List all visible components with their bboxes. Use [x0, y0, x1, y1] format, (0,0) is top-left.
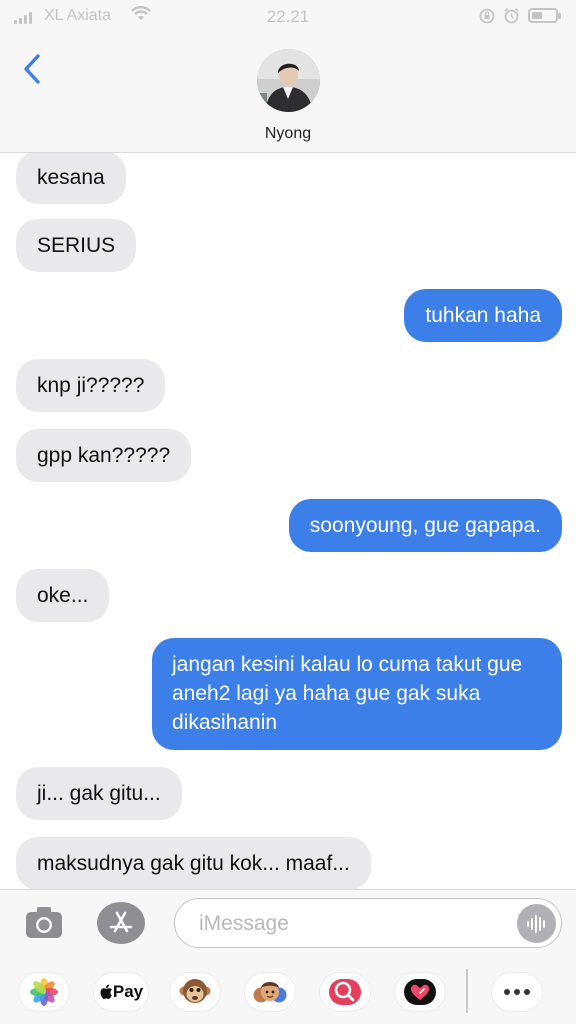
more-apps-button[interactable] — [492, 973, 542, 1011]
message-bubble-received[interactable]: SERIUS — [9, 219, 137, 272]
apple-logo-icon — [100, 984, 112, 999]
contact-name[interactable]: Nyong — [0, 125, 576, 143]
digital-touch-heart-icon — [404, 979, 436, 1005]
message-input-placeholder: iMessage — [199, 912, 289, 935]
audio-waveform-icon — [526, 914, 545, 933]
monkey-memoji-icon — [179, 979, 211, 1003]
battery-icon — [528, 8, 561, 23]
message-bubble-sent[interactable]: jangan kesini kalau lo cuma takut gue an… — [152, 638, 568, 750]
memoji-stickers-icon — [253, 982, 287, 1003]
apple-pay-label: Pay — [112, 982, 144, 1001]
avatar[interactable] — [257, 49, 320, 112]
message-bubble-received[interactable]: gpp kan????? — [9, 429, 192, 482]
app-store-icon — [109, 911, 133, 933]
app-store-button[interactable] — [97, 902, 145, 944]
contact-photo — [257, 49, 320, 112]
photos-icon — [30, 978, 58, 1006]
back-button[interactable] — [18, 52, 46, 86]
image-search-button[interactable] — [320, 973, 370, 1011]
camera-icon[interactable] — [24, 904, 64, 942]
message-bubble-received[interactable]: ji... gak gitu... — [10, 767, 182, 820]
message-bubble-received[interactable]: oke... — [9, 569, 110, 622]
message-input[interactable]: iMessage — [174, 898, 562, 948]
message-bubble-received[interactable]: knp ji????? — [9, 359, 166, 412]
message-bubble-sent[interactable]: tuhkan haha — [404, 289, 568, 342]
apple-pay-button[interactable]: Pay — [94, 973, 148, 1011]
tray-divider — [466, 969, 468, 1013]
imessage-app-tray: Pay — [0, 969, 576, 1024]
more-icon — [504, 989, 530, 995]
message-bubble-sent[interactable]: soonyoung, gue gapapa. — [288, 499, 569, 552]
message-compose-bar: iMessage Pay — [0, 889, 576, 1024]
status-bar: XL Axiata 22.21 — [0, 0, 576, 32]
animoji-app-button[interactable] — [170, 973, 220, 1011]
conversation-header: XL Axiata 22.21 Nyong — [0, 0, 576, 153]
orientation-lock-icon — [479, 8, 495, 23]
digital-touch-button[interactable] — [395, 973, 445, 1011]
message-list[interactable]: kesana SERIUS tuhkan haha knp ji????? gp… — [0, 153, 576, 889]
photos-app-button[interactable] — [19, 973, 69, 1011]
audio-message-button[interactable] — [517, 904, 556, 943]
web-images-search-icon — [329, 979, 361, 1005]
alarm-icon — [504, 7, 519, 24]
message-bubble-received[interactable]: kesana — [10, 153, 126, 204]
message-bubble-received[interactable]: maksudnya gak gitu kok... maaf... — [10, 837, 371, 889]
memoji-stickers-button[interactable] — [245, 973, 295, 1011]
